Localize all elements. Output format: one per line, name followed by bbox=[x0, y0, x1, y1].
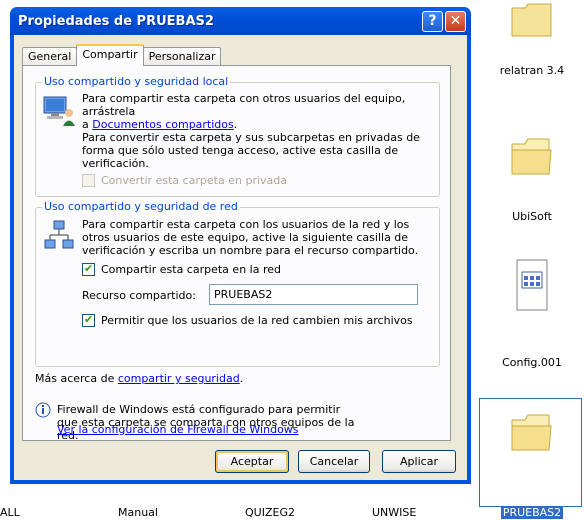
dialog-client: General Compartir Personalizar Uso compa… bbox=[14, 35, 467, 480]
local-sharing-legend: Uso compartido y seguridad local bbox=[42, 75, 231, 88]
private-checkbox-label: Convertir esta carpeta en privada bbox=[101, 174, 288, 187]
apply-button[interactable]: Aplicar bbox=[382, 450, 456, 473]
help-button[interactable]: ? bbox=[422, 10, 443, 32]
tab-compartir[interactable]: Compartir bbox=[76, 44, 144, 66]
network-sharing-legend: Uso compartido y seguridad de red bbox=[42, 200, 240, 213]
share-network-checkbox[interactable]: ✔ bbox=[82, 262, 95, 276]
local-text1-suffix: . bbox=[233, 118, 238, 131]
shared-documents-link[interactable]: Documentos compartidos bbox=[92, 118, 234, 131]
bg-item-all[interactable]: ALL bbox=[0, 506, 20, 519]
local-sharing-text2: Para convertir esta carpeta y sus subcar… bbox=[82, 131, 420, 170]
local-text1-prefix: a bbox=[82, 118, 93, 131]
info-icon bbox=[35, 402, 51, 418]
tab-panel: Uso compartido y seguridad local Para co… bbox=[22, 65, 451, 442]
bg-item-label: Config.001 bbox=[502, 356, 562, 369]
more-info-suffix: . bbox=[239, 372, 244, 385]
bg-item-label: relatran 3.4 bbox=[499, 64, 565, 77]
properties-window: Propiedades de PRUEBAS2 ? ✕ General Comp… bbox=[10, 7, 471, 484]
sharing-security-link[interactable]: compartir y seguridad bbox=[118, 372, 240, 385]
window-title: Propiedades de PRUEBAS2 bbox=[18, 13, 214, 29]
firewall-settings-link[interactable]: Ver la configuración de Firewall de Wind… bbox=[57, 423, 299, 436]
bg-item-manual[interactable]: Manual bbox=[118, 506, 158, 519]
folder-icon bbox=[511, 414, 552, 451]
tab-strip: General Compartir Personalizar bbox=[22, 44, 222, 66]
network-share-icon bbox=[44, 220, 74, 249]
local-sharing-group: Uso compartido y seguridad local Para co… bbox=[35, 75, 440, 197]
title-bar[interactable]: Propiedades de PRUEBAS2 ? ✕ bbox=[10, 7, 471, 35]
computer-users-icon bbox=[43, 96, 75, 126]
folder-icon bbox=[511, 138, 552, 175]
network-sharing-text: Para compartir esta carpeta con los usua… bbox=[82, 218, 419, 257]
bg-item-ubisoft[interactable]: UbiSoft bbox=[492, 134, 572, 223]
checkmark-icon: ✔ bbox=[84, 313, 94, 326]
share-network-label: Compartir esta carpeta en la red bbox=[101, 263, 281, 276]
bg-item-label: PRUEBAS2 bbox=[500, 506, 564, 519]
local-sharing-text1: Para compartir esta carpeta con otros us… bbox=[82, 92, 434, 131]
bg-item-quizeg2[interactable]: QUIZEG2 bbox=[245, 506, 295, 519]
close-button[interactable]: ✕ bbox=[445, 10, 466, 32]
tab-personalizar[interactable]: Personalizar bbox=[142, 47, 222, 66]
bg-item-pruebas2[interactable]: PRUEBAS2 bbox=[492, 410, 572, 519]
file-icon bbox=[516, 259, 548, 311]
folder-icon bbox=[511, 3, 552, 37]
more-info-prefix: Más acerca de bbox=[35, 372, 118, 385]
tab-general[interactable]: General bbox=[22, 47, 78, 66]
network-sharing-group: Uso compartido y seguridad de red Para c… bbox=[35, 200, 440, 367]
bg-item-config[interactable]: Config.001 bbox=[492, 258, 572, 369]
ok-button[interactable]: Aceptar bbox=[215, 450, 289, 473]
allow-change-checkbox[interactable]: ✔ bbox=[82, 313, 95, 327]
bg-item-unwise[interactable]: UNWISE bbox=[372, 506, 416, 519]
bg-item-label: UbiSoft bbox=[512, 210, 552, 223]
cancel-button[interactable]: Cancelar bbox=[298, 450, 370, 473]
private-checkbox[interactable] bbox=[82, 174, 95, 187]
more-info: Más acerca de compartir y seguridad. bbox=[35, 372, 243, 385]
local-text1-a: Para compartir esta carpeta con otros us… bbox=[82, 92, 406, 118]
allow-change-label: Permitir que los usuarios de la red camb… bbox=[101, 314, 413, 327]
share-name-label: Recurso compartido: bbox=[82, 289, 196, 302]
share-name-input[interactable]: PRUEBAS2 bbox=[209, 284, 418, 305]
checkmark-icon: ✔ bbox=[84, 262, 94, 275]
bg-item-relatran[interactable]: relatran 3.4 bbox=[492, 0, 572, 77]
